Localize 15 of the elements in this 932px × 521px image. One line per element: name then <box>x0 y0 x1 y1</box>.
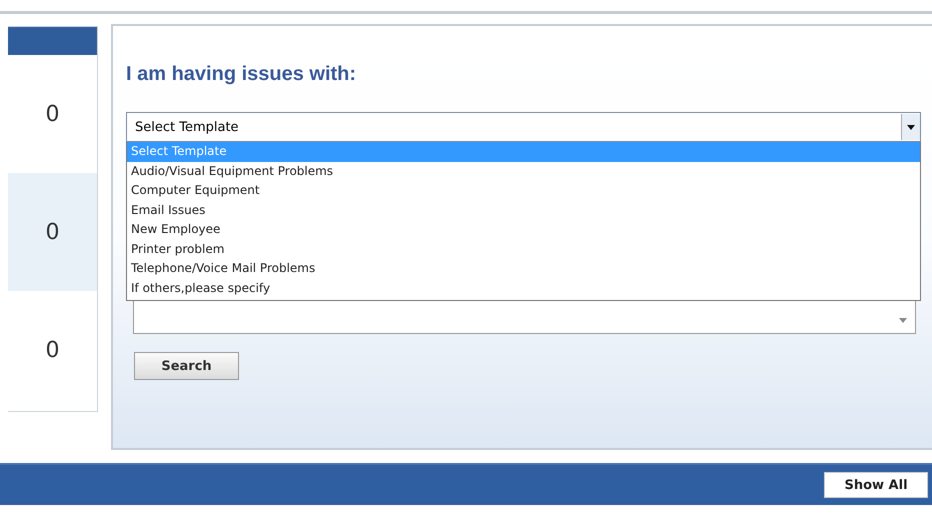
count-value: 0 <box>46 220 60 244</box>
template-select[interactable]: Select Template <box>126 112 921 142</box>
count-value: 0 <box>46 338 60 362</box>
dropdown-option[interactable]: If others,please specify <box>127 278 920 298</box>
dropdown-option[interactable]: New Employee <box>127 220 920 240</box>
dropdown-option[interactable]: Printer problem <box>127 240 920 259</box>
dropdown-option[interactable]: Telephone/Voice Mail Problems <box>127 259 920 278</box>
secondary-select[interactable] <box>133 301 916 334</box>
search-button[interactable]: Search <box>134 352 239 380</box>
dropdown-option[interactable]: Computer Equipment <box>127 181 920 200</box>
dropdown-option[interactable]: Audio/Visual Equipment Problems <box>127 162 920 181</box>
dropdown-option[interactable]: Email Issues <box>127 200 920 220</box>
form-title: I am having issues with: <box>126 63 358 86</box>
show-all-button[interactable]: Show All <box>824 472 928 498</box>
count-value: 0 <box>46 102 60 126</box>
